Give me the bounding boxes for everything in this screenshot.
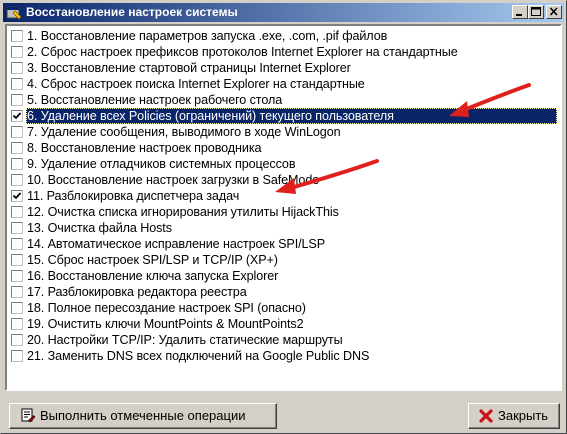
close-button[interactable]: Закрыть xyxy=(468,403,560,429)
checkbox[interactable] xyxy=(11,334,23,346)
checkbox[interactable] xyxy=(11,78,23,90)
title-close-button[interactable] xyxy=(546,5,562,19)
checkbox[interactable] xyxy=(11,350,23,362)
list-item-label: 1. Восстановление параметров запуска .ex… xyxy=(27,29,388,43)
list-item[interactable]: 20. Настройки TCP/IP: Удалить статически… xyxy=(10,332,557,348)
list-item-label: 14. Автоматическое исправление настроек … xyxy=(27,237,326,251)
maximize-icon xyxy=(531,7,541,16)
checkbox[interactable] xyxy=(11,270,23,282)
checkbox[interactable] xyxy=(11,30,23,42)
checkmark-icon xyxy=(12,192,22,200)
list-item-label: 3. Восстановление стартовой страницы Int… xyxy=(27,61,351,75)
checkbox[interactable] xyxy=(11,254,23,266)
title-bar[interactable]: Восстановление настроек системы xyxy=(3,3,564,22)
list-item[interactable]: 3. Восстановление стартовой страницы Int… xyxy=(10,60,557,76)
checkbox[interactable] xyxy=(11,46,23,58)
window-title: Восстановление настроек системы xyxy=(26,5,238,19)
list-item-label: 20. Настройки TCP/IP: Удалить статически… xyxy=(27,333,343,347)
run-operations-button[interactable]: Выполнить отмеченные операции xyxy=(9,403,277,429)
list-item-label: 21. Заменить DNS всех подключений на Goo… xyxy=(27,349,370,363)
list-item-label: 8. Восстановление настроек проводника xyxy=(27,141,262,155)
list-item-label: 18. Полное пересоздание настроек SPI (оп… xyxy=(27,301,306,315)
minimize-icon xyxy=(516,14,522,16)
list-item[interactable]: 19. Очистить ключи MountPoints & MountPo… xyxy=(10,316,557,332)
list-item[interactable]: 4. Сброс настроек поиска Internet Explor… xyxy=(10,76,557,92)
restore-settings-window: Восстановление настроек системы 1. Восст… xyxy=(0,0,567,434)
checkbox[interactable] xyxy=(11,174,23,186)
run-operations-label: Выполнить отмеченные операции xyxy=(40,408,246,423)
checkbox[interactable] xyxy=(11,206,23,218)
checkbox[interactable] xyxy=(11,318,23,330)
list-item-label: 2. Сброс настроек префиксов протоколов I… xyxy=(27,45,458,59)
list-item[interactable]: 10. Восстановление настроек загрузки в S… xyxy=(10,172,557,188)
checkbox[interactable] xyxy=(11,286,23,298)
checkbox[interactable] xyxy=(11,94,23,106)
list-item[interactable]: 1. Восстановление параметров запуска .ex… xyxy=(10,28,557,44)
maximize-button[interactable] xyxy=(528,5,544,19)
close-icon xyxy=(549,7,558,16)
list-item-label: 15. Сброс настроек SPI/LSP и TCP/IP (XP+… xyxy=(27,253,278,267)
list-item[interactable]: 12. Очистка списка игнорирования утилиты… xyxy=(10,204,557,220)
list-item[interactable]: 5. Восстановление настроек рабочего стол… xyxy=(10,92,557,108)
list-item[interactable]: 11. Разблокировка диспетчера задач xyxy=(10,188,557,204)
list-item[interactable]: 17. Разблокировка редактора реестра xyxy=(10,284,557,300)
run-operations-icon xyxy=(20,408,36,432)
red-x-icon xyxy=(478,408,494,432)
close-label: Закрыть xyxy=(498,408,549,423)
list-item[interactable]: 9. Удаление отладчиков системных процесс… xyxy=(10,156,557,172)
app-settings-icon xyxy=(6,5,22,20)
list-item-label: 19. Очистить ключи MountPoints & MountPo… xyxy=(27,317,304,331)
list-item-label: 13. Очистка файла Hosts xyxy=(27,221,172,235)
list-item-label: 6. Удаление всех Policies (ограничений) … xyxy=(26,108,557,124)
list-item-label: 4. Сброс настроек поиска Internet Explor… xyxy=(27,77,365,91)
checkbox[interactable] xyxy=(11,62,23,74)
list-item-label: 16. Восстановление ключа запуска Explore… xyxy=(27,269,279,283)
checkmark-icon xyxy=(12,112,22,120)
list-item-label: 12. Очистка списка игнорирования утилиты… xyxy=(27,205,339,219)
list-item[interactable]: 6. Удаление всех Policies (ограничений) … xyxy=(10,108,557,124)
operations-checklist[interactable]: 1. Восстановление параметров запуска .ex… xyxy=(5,24,562,391)
list-item-label: 9. Удаление отладчиков системных процесс… xyxy=(27,157,296,171)
checkbox[interactable] xyxy=(11,222,23,234)
checkbox[interactable] xyxy=(11,158,23,170)
checkbox[interactable] xyxy=(11,142,23,154)
checkbox[interactable] xyxy=(11,238,23,250)
checkbox-checked[interactable] xyxy=(11,110,23,122)
list-item-label: 10. Восстановление настроек загрузки в S… xyxy=(27,173,320,187)
list-item[interactable]: 2. Сброс настроек префиксов протоколов I… xyxy=(10,44,557,60)
checkbox[interactable] xyxy=(11,126,23,138)
list-item-label: 7. Удаление сообщения, выводимого в ходе… xyxy=(27,125,341,139)
list-item-label: 17. Разблокировка редактора реестра xyxy=(27,285,247,299)
list-item[interactable]: 18. Полное пересоздание настроек SPI (оп… xyxy=(10,300,557,316)
list-item-label: 11. Разблокировка диспетчера задач xyxy=(27,189,240,203)
checkbox[interactable] xyxy=(11,302,23,314)
list-item[interactable]: 13. Очистка файла Hosts xyxy=(10,220,557,236)
list-item[interactable]: 14. Автоматическое исправление настроек … xyxy=(10,236,557,252)
minimize-button[interactable] xyxy=(512,5,528,19)
list-item-label: 5. Восстановление настроек рабочего стол… xyxy=(27,93,283,107)
list-item[interactable]: 21. Заменить DNS всех подключений на Goo… xyxy=(10,348,557,364)
checkbox-checked[interactable] xyxy=(11,190,23,202)
list-item[interactable]: 16. Восстановление ключа запуска Explore… xyxy=(10,268,557,284)
list-item[interactable]: 15. Сброс настроек SPI/LSP и TCP/IP (XP+… xyxy=(10,252,557,268)
list-item[interactable]: 7. Удаление сообщения, выводимого в ходе… xyxy=(10,124,557,140)
list-item[interactable]: 8. Восстановление настроек проводника xyxy=(10,140,557,156)
